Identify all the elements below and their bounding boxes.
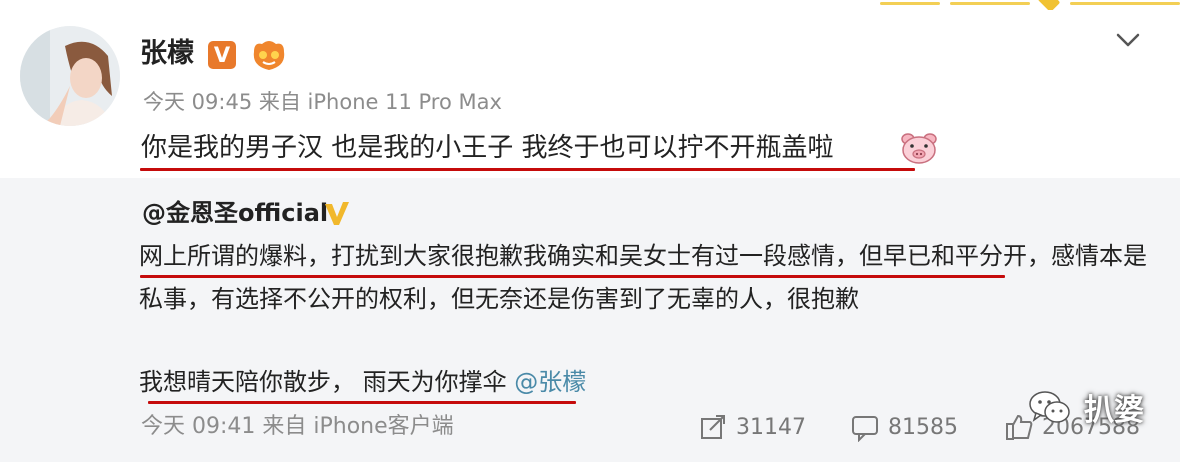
watermark-text: 扒婆 — [1084, 393, 1144, 428]
avatar-portrait-icon — [20, 26, 120, 126]
repost-button[interactable]: 31147 — [698, 410, 806, 444]
username[interactable]: 张檬 — [140, 36, 194, 72]
wechat-icon — [1029, 391, 1070, 423]
highlight-underline-post — [140, 168, 915, 171]
verified-v-icon — [325, 202, 349, 225]
watermark: 扒婆 — [1028, 385, 1144, 429]
repost-text-line3-body: 我想晴天陪你散步， 雨天为你撑伞 — [139, 368, 515, 396]
repost-meta: 今天 09:41 来自 iPhone客户端 — [141, 414, 454, 439]
fan-badge-icon[interactable] — [250, 38, 288, 72]
repost-author[interactable]: @金恩圣official — [142, 196, 328, 230]
chevron-down-icon[interactable] — [1112, 26, 1144, 54]
weibo-post-screenshot: 张檬 V 今天 09:45 来自 iPhone 11 Pro Max 你是我的男… — [0, 0, 1180, 462]
post-meta: 今天 09:45 来自 iPhone 11 Pro Max — [143, 90, 502, 114]
repost-text-line2: 私事，有选择不公开的权利，但无奈还是伤害到了无辜的人，很抱歉 — [139, 285, 859, 313]
comment-button[interactable]: 81585 — [850, 410, 958, 444]
highlight-underline-line3 — [148, 401, 576, 404]
mention-link[interactable]: @张檬 — [514, 368, 586, 396]
post-text: 你是我的男子汉 也是我的小王子 我终于也可以拧不开瓶盖啦 — [141, 133, 834, 163]
highlight-underline-line1 — [140, 275, 1005, 278]
repost-count: 31147 — [736, 414, 806, 440]
pig-face-icon — [901, 133, 937, 164]
vip-badge[interactable]: V — [208, 41, 236, 69]
share-icon — [701, 415, 725, 439]
top-decoration — [880, 0, 1180, 10]
avatar[interactable] — [20, 26, 120, 126]
repost-text-line3: 我想晴天陪你散步， 雨天为你撑伞 @张檬 — [139, 364, 586, 400]
comment-count: 81585 — [888, 414, 958, 440]
gem-icon — [1037, 0, 1061, 10]
repost-text-line1: 网上所谓的爆料，打扰到大家很抱歉我确实和吴女士有过一段感情，但早已和平分开，感情… — [139, 242, 1147, 270]
comment-icon — [852, 416, 878, 442]
